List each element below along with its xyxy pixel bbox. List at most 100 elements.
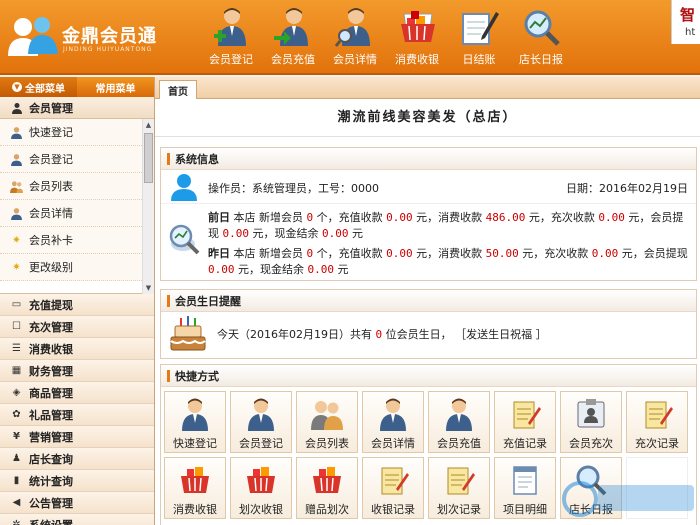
birthday-text: 今天（2016年02月19日）共有 0 位会员生日， ［发送生日祝福 ］: [217, 326, 547, 342]
yest-spend: 50.00: [485, 247, 519, 260]
nav-member-recharge[interactable]: 会员充值: [262, 6, 324, 70]
sidebar-item-change-level[interactable]: ✷ 更改级别: [0, 254, 154, 281]
person-icon: [10, 153, 23, 166]
gear-star-icon: ✷: [12, 261, 21, 273]
magnifier-report-icon: [524, 10, 560, 46]
accent-bar: [167, 294, 170, 307]
operator-row: 操作员：系统管理员，工号：0000 日期：2016年02月19日: [161, 170, 696, 204]
sidebar-item-announcement[interactable]: ◀ 公告管理: [0, 492, 154, 514]
magnifier-chart-icon: [169, 224, 200, 255]
nav-member-register[interactable]: 会员登记: [200, 6, 262, 70]
people-icon: [10, 180, 23, 193]
person-icon: [10, 126, 23, 139]
tab-home[interactable]: 首页: [159, 80, 197, 99]
nav-consume-cashier[interactable]: 消费收银: [386, 6, 448, 70]
shortcut-gift-times[interactable]: 赠品划次: [296, 457, 358, 519]
text-unit: 元，现金结余: [252, 227, 319, 240]
scroll-thumb[interactable]: [144, 133, 153, 183]
shortcut-times-cashier[interactable]: 划次收银: [230, 457, 292, 519]
text-unit: 个，充值收款: [316, 247, 383, 260]
shortcut-times-log[interactable]: 划次记录: [428, 457, 490, 519]
sidebar-item-label: 会员登记: [29, 153, 73, 166]
scroll-down-arrow-icon[interactable]: ▼: [144, 283, 153, 293]
gear-star-icon: ✷: [12, 234, 21, 246]
shortcut-item-details[interactable]: 项目明细: [494, 457, 556, 519]
person-icon: [10, 207, 23, 220]
shopping-basket-icon: [401, 11, 435, 42]
shortcut-cashier-records[interactable]: 收银记录: [362, 457, 424, 519]
sidebar-item-marketing[interactable]: ¥ 营销管理: [0, 426, 154, 448]
shortcut-label: 划次收银: [239, 503, 283, 516]
sidebar-item-member-register[interactable]: 会员登记: [0, 146, 154, 173]
shortcut-times-records[interactable]: 充次记录: [626, 391, 688, 453]
sidebar-submenu: 快速登记 会员登记 会员列表 会员详情 ✷ 会员补卡 ✷ 更改级别 ▲ ▼: [0, 119, 154, 294]
panel-title: 会员生日提醒: [175, 294, 241, 308]
birthday-text-after: 位会员生日，: [385, 328, 452, 341]
shortcut-member-list[interactable]: 会员列表: [296, 391, 358, 453]
system-info-panel: 系统信息 操作员：系统管理员，工号：0000 日期：2016年02月19日 前日…: [160, 147, 697, 281]
sidebar-item-system-settings[interactable]: ✲ 系统设置: [0, 514, 154, 525]
nav-member-detail[interactable]: 会员详情: [324, 6, 386, 70]
sidebar-item-member-card[interactable]: ✷ 会员补卡: [0, 227, 154, 254]
shortcut-quick-register[interactable]: 快速登记: [164, 391, 226, 453]
nav-label: 会员详情: [333, 53, 377, 66]
app-header: 金鼎会员通 JINDING HUIYUANTONG 会员登记 会员充值 会员详情…: [0, 0, 700, 75]
birthday-count: 0: [375, 328, 383, 341]
shortcut-member-detail[interactable]: 会员详情: [362, 391, 424, 453]
nav-daily-settle[interactable]: 日结账: [448, 6, 510, 70]
sidebar-group-member[interactable]: 会员管理: [0, 97, 154, 119]
shortcut-member-times[interactable]: 会员充次: [560, 391, 622, 453]
person-icon: [446, 398, 472, 431]
sidebar-item-label: 会员补卡: [29, 234, 73, 247]
shortcut-consume-cashier[interactable]: 消费收银: [164, 457, 226, 519]
sidebar-item-label: 消费收银: [29, 342, 73, 356]
sidebar-item-label: 充次管理: [29, 320, 73, 334]
shortcut-member-register[interactable]: 会员登记: [230, 391, 292, 453]
shortcut-member-recharge[interactable]: 会员充值: [428, 391, 490, 453]
sidebar-item-times-manage[interactable]: ☐ 充次管理: [0, 316, 154, 338]
sidebar-item-label: 店长查询: [29, 452, 73, 466]
user-avatar-icon: [171, 174, 197, 201]
panel-title: 快捷方式: [175, 369, 219, 383]
prev-cash: 0.00: [322, 227, 349, 240]
sidebar-item-member-list[interactable]: 会员列表: [0, 173, 154, 200]
prev-times: 0.00: [598, 211, 625, 224]
yest-cash: 0.00: [307, 263, 335, 276]
sidebar-item-quick-register[interactable]: 快速登记: [0, 119, 154, 146]
shortcut-recharge-records[interactable]: 充值记录: [494, 391, 556, 453]
person-icon: [248, 398, 274, 431]
sidebar-item-label: 会员列表: [29, 180, 73, 193]
sidebar-item-consume-cashier[interactable]: ☰ 消费收银: [0, 338, 154, 360]
prev-recharge: 0.00: [386, 211, 413, 224]
shortcut-manager-report[interactable]: 店长日报: [560, 457, 622, 519]
sidebar-item-finance[interactable]: ▦ 财务管理: [0, 360, 154, 382]
header-clipped-panel: 智 ht: [671, 0, 700, 44]
shortcut-label: 会员列表: [305, 437, 349, 450]
text-unit: 元: [337, 263, 349, 276]
scroll-up-arrow-icon[interactable]: ▲: [144, 120, 153, 130]
header-nav: 会员登记 会员充值 会员详情 消费收银 日结账 店长日报: [200, 6, 572, 70]
nav-manager-report[interactable]: 店长日报: [510, 6, 572, 70]
yen-icon: ¥: [13, 431, 20, 442]
sidebar-item-manager-query[interactable]: ♟ 店长查询: [0, 448, 154, 470]
sidebar-scrollbar[interactable]: ▲ ▼: [142, 119, 154, 294]
logo-people-icon: [8, 17, 58, 56]
sidebar-item-member-detail[interactable]: 会员详情: [0, 200, 154, 227]
summary-block: 前日 本店 新增会员 0 个，充值收款 0.00 元，消费收款 486.00 元…: [161, 204, 696, 280]
sidebar-item-goods[interactable]: ◈ 商品管理: [0, 382, 154, 404]
person-icon: [182, 398, 208, 431]
send-birthday-wishes-link[interactable]: ［发送生日祝福 ］: [455, 328, 547, 341]
text-unit: 元，消费收款: [416, 247, 483, 260]
sidebar-item-gifts[interactable]: ✿ 礼品管理: [0, 404, 154, 426]
tab-common-menu[interactable]: 常用菜单: [77, 77, 154, 97]
shortcut-label: 收银记录: [371, 503, 415, 516]
shortcut-label: 快速登记: [173, 437, 217, 450]
square-icon: ☐: [12, 321, 21, 332]
tab-all-menu[interactable]: ▼ 全部菜单: [0, 77, 77, 97]
sidebar-item-statistics[interactable]: ▮ 统计查询: [0, 470, 154, 492]
text-unit: 元，消费收款: [416, 211, 483, 224]
panel-header: 系统信息: [161, 148, 696, 170]
operator-id: 0000: [351, 182, 379, 195]
text-unit: 元，充次收款: [522, 247, 589, 260]
sidebar-item-recharge-withdraw[interactable]: ▭ 充值提现: [0, 294, 154, 316]
